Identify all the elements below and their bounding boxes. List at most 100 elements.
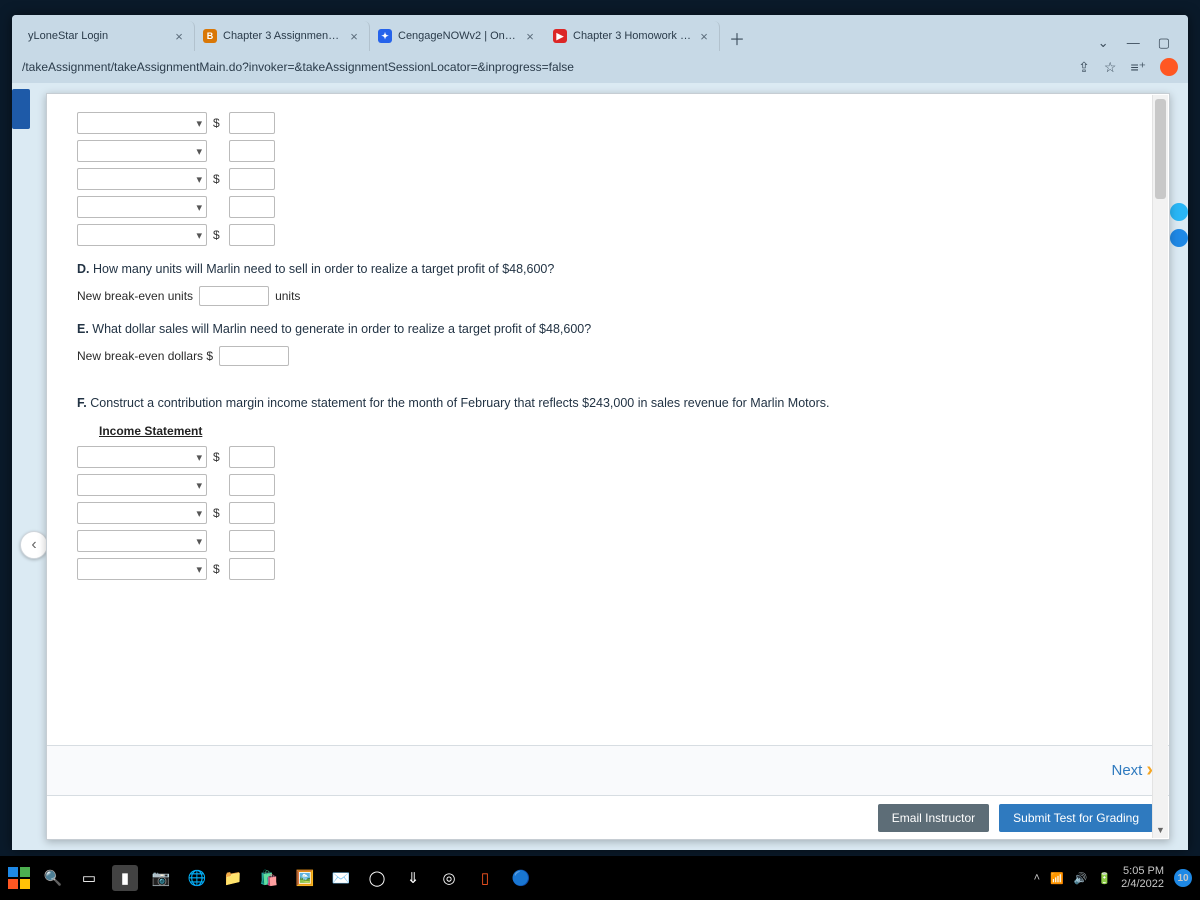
start-button[interactable]	[8, 867, 30, 889]
task-view-icon[interactable]: ▭	[76, 865, 102, 891]
input-label: New break-even dollars $	[77, 349, 213, 363]
units-input[interactable]	[199, 286, 269, 306]
category-select[interactable]	[77, 502, 207, 524]
profile-avatar-icon[interactable]	[1160, 58, 1178, 76]
dollar-icon: $	[213, 172, 223, 186]
amount-input[interactable]	[229, 474, 275, 496]
question-e-input-row: New break-even dollars $	[77, 346, 1139, 366]
minimize-icon[interactable]: —	[1127, 35, 1140, 51]
tab-close-icon[interactable]: ×	[347, 29, 361, 43]
address-bar[interactable]: /takeAssignment/takeAssignmentMain.do?in…	[22, 60, 1068, 74]
question-f: F. Construct a contribution margin incom…	[77, 396, 1139, 410]
income-statement-table: $ $	[77, 446, 1139, 580]
scrollbar[interactable]: ▲ ▼	[1152, 95, 1168, 838]
battery-icon[interactable]: 🔋	[1097, 872, 1111, 885]
favicon-cengage-icon: ✦	[378, 29, 392, 43]
category-select[interactable]	[77, 224, 207, 246]
page-action-bar: Email Instructor Submit Test for Grading	[47, 795, 1169, 839]
scroll-thumb[interactable]	[1155, 99, 1166, 199]
app-icon[interactable]: ▮	[112, 865, 138, 891]
question-lead: E.	[77, 322, 89, 336]
category-select[interactable]	[77, 530, 207, 552]
amount-input[interactable]	[229, 140, 275, 162]
amount-input[interactable]	[229, 224, 275, 246]
chrome-icon[interactable]: 🔵	[508, 865, 534, 891]
amount-input[interactable]	[229, 446, 275, 468]
star-icon[interactable]: ☆	[1104, 59, 1117, 76]
tab-assignment[interactable]: B Chapter 3 Assignment - ACCT-23 ×	[195, 21, 370, 51]
mail-icon[interactable]: ✉️	[328, 865, 354, 891]
next-button[interactable]: Next ›	[1111, 759, 1153, 782]
table-row: $	[77, 502, 1139, 524]
help-bubble-icon[interactable]	[1170, 229, 1188, 247]
category-select[interactable]	[77, 196, 207, 218]
dollar-icon: $	[213, 450, 223, 464]
table-row: $	[77, 168, 1139, 190]
dropbox-icon[interactable]: ⇓	[400, 865, 426, 891]
tab-close-icon[interactable]: ×	[697, 29, 711, 43]
amount-input[interactable]	[229, 112, 275, 134]
tab-cengage[interactable]: ✦ CengageNOWv2 | Online teachin ×	[370, 21, 545, 51]
assignment-page: ▲ ▼ $	[46, 93, 1170, 840]
amount-input[interactable]	[229, 502, 275, 524]
share-icon[interactable]: ⇪	[1078, 59, 1090, 76]
widget-dot-icon[interactable]	[1170, 203, 1188, 221]
tab-title: yLoneStar Login	[28, 30, 166, 42]
tab-title: Chapter 3 Assignment - ACCT-23	[223, 30, 341, 42]
amount-input[interactable]	[229, 530, 275, 552]
scroll-down-icon[interactable]: ▼	[1153, 822, 1168, 838]
edge-icon[interactable]: 🌐	[184, 865, 210, 891]
clock[interactable]: 5:05 PM 2/4/2022	[1121, 865, 1164, 890]
maximize-icon[interactable]: ▢	[1158, 35, 1170, 51]
tab-youtube[interactable]: ▶ Chapter 3 Homowork Question E ×	[545, 21, 720, 51]
wifi-icon[interactable]: 📶	[1050, 872, 1064, 885]
amount-input[interactable]	[229, 196, 275, 218]
amount-input[interactable]	[229, 168, 275, 190]
system-tray: ˄ 📶 🔊 🔋 5:05 PM 2/4/2022 10	[1034, 865, 1192, 890]
address-icons: ⇪ ☆ ≡⁺	[1078, 58, 1178, 76]
question-d-input-row: New break-even units units	[77, 286, 1139, 306]
reading-list-icon[interactable]: ≡⁺	[1130, 59, 1146, 76]
tab-close-icon[interactable]: ×	[523, 29, 537, 43]
new-tab-button[interactable]: ＋	[724, 25, 750, 51]
viewport: ‹ ▲ ▼ $	[12, 83, 1188, 850]
chevron-up-icon[interactable]: ˄	[1034, 872, 1040, 884]
tab-title: CengageNOWv2 | Online teachin	[398, 30, 517, 42]
photos-icon[interactable]: 🖼️	[292, 865, 318, 891]
submit-test-button[interactable]: Submit Test for Grading	[999, 804, 1153, 832]
dollar-icon: $	[213, 506, 223, 520]
category-select[interactable]	[77, 446, 207, 468]
notification-badge[interactable]: 10	[1174, 869, 1192, 887]
question-text: How many units will Marlin need to sell …	[93, 262, 554, 276]
widget-icon[interactable]: ◎	[436, 865, 462, 891]
income-statement-heading: Income Statement	[99, 424, 1139, 438]
email-instructor-button[interactable]: Email Instructor	[878, 804, 989, 832]
dollar-icon: $	[213, 562, 223, 576]
category-select[interactable]	[77, 474, 207, 496]
category-select[interactable]	[77, 168, 207, 190]
office-icon[interactable]: ▯	[472, 865, 498, 891]
question-lead: F.	[77, 396, 87, 410]
search-icon[interactable]: 🔍	[40, 865, 66, 891]
taskbar: 🔍 ▭ ▮ 📷 🌐 📁 🛍️ 🖼️ ✉️ ◯ ⇓ ◎ ▯ 🔵 ˄ 📶 🔊 🔋 5…	[0, 856, 1200, 900]
amount-input[interactable]	[229, 558, 275, 580]
category-select[interactable]	[77, 140, 207, 162]
tab-close-icon[interactable]: ×	[172, 29, 186, 43]
question-lead: D.	[77, 262, 90, 276]
table-row: $	[77, 558, 1139, 580]
table-row	[77, 196, 1139, 218]
question-text: Construct a contribution margin income s…	[90, 396, 829, 410]
tab-lonestar[interactable]: yLoneStar Login ×	[20, 21, 195, 51]
dollars-input[interactable]	[219, 346, 289, 366]
back-button[interactable]: ‹	[20, 531, 48, 559]
file-explorer-icon[interactable]: 📁	[220, 865, 246, 891]
camera-icon[interactable]: 📷	[148, 865, 174, 891]
favicon-youtube-icon: ▶	[553, 29, 567, 43]
category-select[interactable]	[77, 112, 207, 134]
volume-icon[interactable]: 🔊	[1074, 872, 1088, 885]
category-select[interactable]	[77, 558, 207, 580]
chevron-down-icon[interactable]: ⌄	[1098, 35, 1109, 51]
store-icon[interactable]: 🛍️	[256, 865, 282, 891]
page-footer: Next ›	[47, 745, 1169, 795]
cortana-icon[interactable]: ◯	[364, 865, 390, 891]
